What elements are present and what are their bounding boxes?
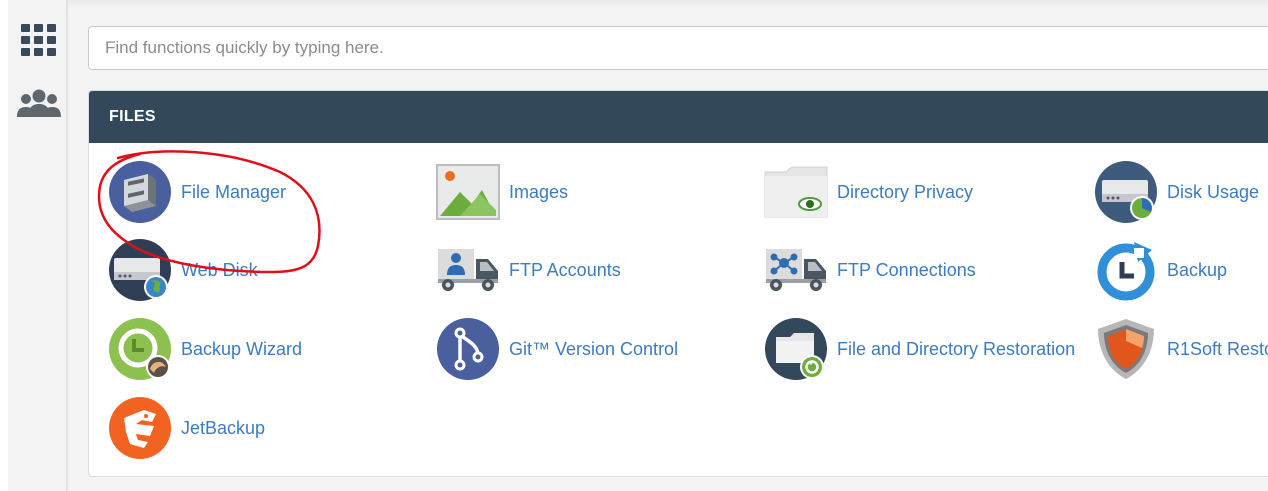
ftp-accounts-label: FTP Accounts <box>509 259 621 280</box>
directory-privacy-link[interactable]: Directory Privacy <box>763 159 973 225</box>
ftp-connections-label: FTP Connections <box>837 259 976 280</box>
top-bar-shadow <box>68 0 1268 10</box>
backup-wizard-label: Backup Wizard <box>181 338 303 359</box>
backup-wizard-icon <box>107 316 173 382</box>
sidebar <box>8 0 68 491</box>
jetbackup-link[interactable]: JetBackup <box>107 395 265 461</box>
file-and-directory-restoration-label: File and Directory Restoration <box>837 338 1076 359</box>
file-manager-link[interactable]: File Manager <box>107 159 286 225</box>
search-input[interactable] <box>88 26 1268 70</box>
main-content: FILES File Manager <box>68 10 1268 491</box>
backup-link[interactable]: Backup <box>1093 237 1227 303</box>
git-icon <box>435 316 501 382</box>
images-label: Images <box>509 181 569 202</box>
file-manager-label: File Manager <box>181 181 287 202</box>
disk-usage-link[interactable]: Disk Usage <box>1093 159 1259 225</box>
web-disk-link[interactable]: Web Disk <box>107 237 258 303</box>
grid-icon[interactable] <box>16 20 62 60</box>
directory-privacy-icon <box>763 159 829 225</box>
users-icon[interactable] <box>16 84 62 124</box>
web-disk-label: Web Disk <box>181 259 258 280</box>
disk-usage-icon <box>1093 159 1159 225</box>
r1soft-restore-label: R1Soft Restore Backups <box>1167 338 1268 359</box>
backup-wizard-link[interactable]: Backup Wizard <box>107 316 302 382</box>
ftp-connections-link[interactable]: FTP Connections <box>763 237 976 303</box>
web-disk-icon <box>107 237 173 303</box>
r1soft-restore-link[interactable]: R1Soft Restore Backups <box>1093 316 1268 382</box>
files-section-title[interactable]: FILES <box>89 91 1268 143</box>
jetbackup-icon <box>107 395 173 461</box>
images-link[interactable]: Images <box>435 159 568 225</box>
directory-privacy-label: Directory Privacy <box>837 181 974 202</box>
files-panel: FILES File Manager Images Directory Priv… <box>88 90 1268 477</box>
ftp-connections-icon <box>763 237 829 303</box>
disk-usage-label: Disk Usage <box>1167 181 1260 202</box>
ftp-accounts-icon <box>435 237 501 303</box>
backup-label: Backup <box>1167 259 1228 280</box>
restoration-icon <box>763 316 829 382</box>
file-and-directory-restoration-link[interactable]: File and Directory Restoration <box>763 316 1075 382</box>
ftp-accounts-link[interactable]: FTP Accounts <box>435 237 621 303</box>
images-icon <box>435 159 501 225</box>
jetbackup-label: JetBackup <box>181 417 266 438</box>
git-version-control-label: Git™ Version Control <box>509 338 679 359</box>
git-version-control-link[interactable]: Git™ Version Control <box>435 316 678 382</box>
cpanel-page: FILES File Manager <box>0 0 1268 491</box>
file-manager-icon <box>107 159 173 225</box>
r1soft-icon <box>1093 316 1159 382</box>
backup-icon <box>1093 237 1159 303</box>
